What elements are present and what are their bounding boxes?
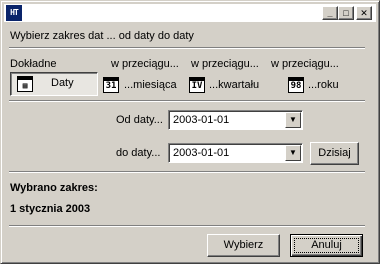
- to-date-select[interactable]: 2003-01-01 ▼: [168, 143, 303, 163]
- divider: [9, 100, 365, 102]
- dialog-prompt: Wybierz zakres dat ... od daty do daty: [10, 30, 194, 42]
- date-range-dialog: HT _ □ ✕ Wybierz zakres dat ... od daty …: [0, 0, 380, 264]
- summary-value: 1 stycznia 2003: [10, 203, 91, 215]
- chevron-down-icon[interactable]: ▼: [285, 112, 301, 128]
- cancel-button[interactable]: Anuluj: [290, 234, 363, 257]
- exact-heading: Dokładne: [10, 58, 57, 70]
- cancel-button-label: Anuluj: [294, 238, 359, 253]
- quarter-calendar-icon[interactable]: IV: [189, 77, 205, 93]
- divider: [9, 171, 365, 173]
- from-date-label: Od daty...: [116, 114, 163, 126]
- month-option[interactable]: ...miesiąca: [124, 79, 177, 91]
- from-date-value: 2003-01-01: [173, 114, 230, 126]
- minimize-button[interactable]: _: [322, 6, 338, 20]
- close-button[interactable]: ✕: [356, 6, 372, 20]
- year-heading: w przeciągu...: [271, 58, 339, 70]
- exact-dates-button[interactable]: ▦ Daty: [10, 72, 98, 96]
- to-date-value: 2003-01-01: [173, 147, 230, 159]
- select-button[interactable]: Wybierz: [207, 234, 280, 257]
- divider: [9, 225, 365, 227]
- quarter-heading: w przeciągu...: [191, 58, 259, 70]
- year-calendar-icon[interactable]: 98: [288, 77, 304, 93]
- exact-dates-label: Daty: [51, 77, 74, 89]
- quarter-option[interactable]: ...kwartału: [209, 79, 259, 91]
- summary-label: Wybrano zakres:: [10, 182, 98, 194]
- chevron-down-icon[interactable]: ▼: [285, 145, 301, 161]
- month-heading: w przeciągu...: [111, 58, 179, 70]
- maximize-button[interactable]: □: [338, 6, 354, 20]
- calendar-icon: ▦: [17, 76, 33, 92]
- title-bar[interactable]: HT _ □ ✕: [4, 4, 376, 22]
- month-calendar-icon[interactable]: 31: [103, 77, 119, 93]
- divider: [9, 47, 365, 49]
- today-button[interactable]: Dzisiaj: [310, 142, 359, 165]
- app-icon: HT: [6, 5, 22, 21]
- year-option[interactable]: ...roku: [308, 79, 339, 91]
- from-date-select[interactable]: 2003-01-01 ▼: [168, 110, 303, 130]
- to-date-label: do daty...: [116, 147, 161, 159]
